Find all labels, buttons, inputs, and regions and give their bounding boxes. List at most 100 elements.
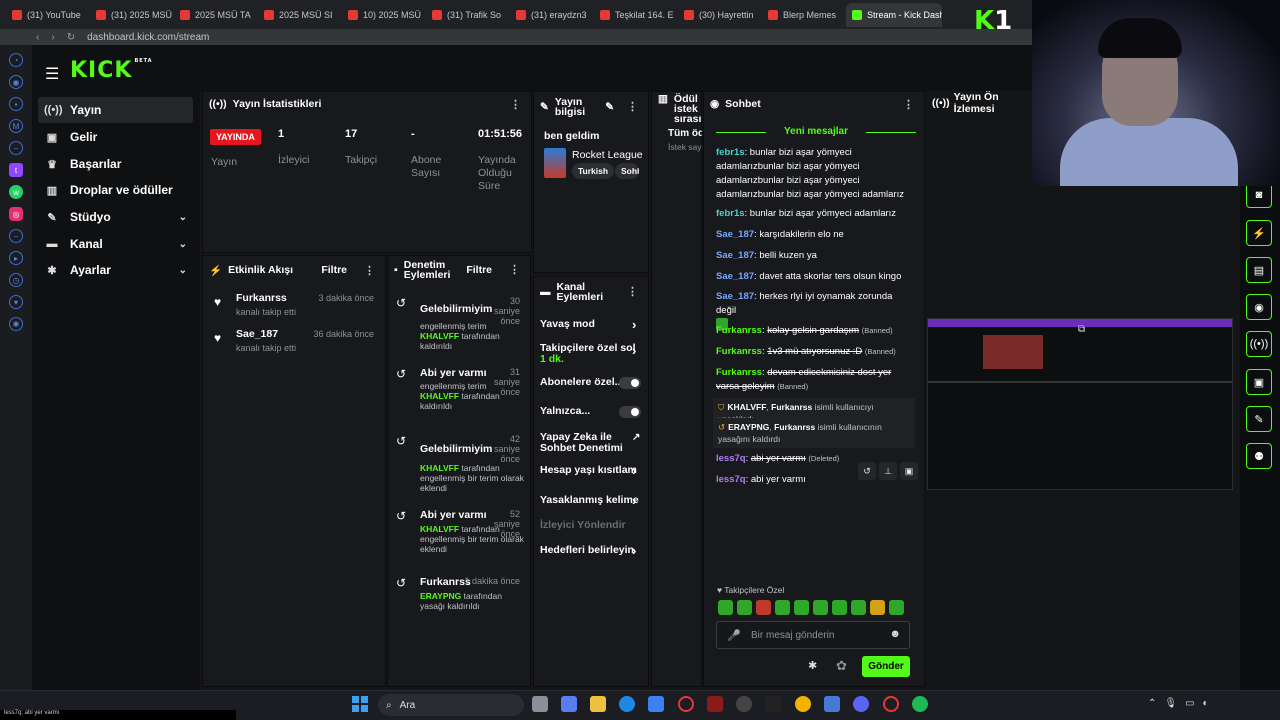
- delete-icon[interactable]: ▣: [900, 462, 918, 480]
- browser-tab[interactable]: Blerp Memes: [762, 3, 844, 27]
- more-options-icon[interactable]: ⋮: [903, 98, 914, 111]
- system-tray[interactable]: ⌃🎙▭◐: [1148, 698, 1217, 709]
- browser-tab[interactable]: (31) YouTube: [6, 3, 88, 27]
- goals-item[interactable]: Hedefleri belirleyin ›: [540, 544, 640, 557]
- history-icon[interactable]: ◷: [9, 273, 23, 287]
- emote-icon[interactable]: [832, 600, 847, 615]
- address-bar[interactable]: ‹ › ↻ dashboard.kick.com/stream: [0, 29, 1032, 45]
- chat-message[interactable]: Sae_187: davet atta skorlar ters olsun k…: [716, 270, 912, 284]
- gift-icon[interactable]: ✿: [836, 658, 847, 674]
- emote-icon[interactable]: [756, 600, 771, 615]
- more-options-icon[interactable]: ⋮: [509, 265, 520, 276]
- opera-gx-icon[interactable]: [883, 696, 899, 712]
- sidebar-item-ayarlar[interactable]: ✱ Ayarlar ⌄: [38, 257, 193, 283]
- twitch-icon[interactable]: t: [9, 163, 23, 177]
- emoji-icon[interactable]: ☻: [889, 628, 901, 640]
- more-icon[interactable]: –: [9, 141, 23, 155]
- chat-message[interactable]: Furkanrss: 1v3 mü atıyorsunuz :D (Banned…: [716, 345, 912, 359]
- emote-icon[interactable]: [889, 600, 904, 615]
- steam-icon[interactable]: [736, 696, 752, 712]
- document-icon[interactable]: ▤: [1246, 257, 1272, 283]
- ai-moderation-item[interactable]: Yapay Zeka ile Sohbet Denetimi ↗: [540, 432, 640, 454]
- app-icon[interactable]: [765, 696, 781, 712]
- microphone-icon[interactable]: 🎤: [727, 629, 741, 642]
- lightning-icon[interactable]: ⚡: [1246, 220, 1272, 246]
- edge-icon[interactable]: [619, 696, 635, 712]
- chat-icon[interactable]: ◉: [1246, 294, 1272, 320]
- browser-tab[interactable]: Teşkilat 164. E: [594, 3, 676, 27]
- url-text[interactable]: dashboard.kick.com/stream: [87, 32, 209, 43]
- windows-start-icon[interactable]: [352, 696, 368, 712]
- emote-icon[interactable]: [794, 600, 809, 615]
- emote-icon[interactable]: [813, 600, 828, 615]
- settings-icon[interactable]: ✱: [9, 317, 23, 331]
- instagram-icon[interactable]: ◎: [9, 207, 23, 221]
- browser-tab[interactable]: (30) Hayrettin: [678, 3, 760, 27]
- browser-tab[interactable]: (31) 2025 MSÜ: [90, 3, 172, 27]
- app-icon[interactable]: [824, 696, 840, 712]
- chat-message[interactable]: Sae_187: karşıdakilerin elo ne: [716, 228, 912, 242]
- file-explorer-icon[interactable]: [590, 696, 606, 712]
- opera-icon[interactable]: [678, 696, 694, 712]
- chrome-icon[interactable]: [795, 696, 811, 712]
- banned-words-item[interactable]: Yasaklanmış kelime ›: [540, 494, 640, 507]
- reload-icon[interactable]: ↻: [67, 32, 75, 43]
- layout-icon[interactable]: ▣: [1246, 369, 1272, 395]
- more-options-icon[interactable]: ⋮: [627, 287, 638, 298]
- chat-icon[interactable]: ▪: [9, 97, 23, 111]
- slow-mode-item[interactable]: Yavaş mod ›: [540, 318, 640, 331]
- add-icon[interactable]: –: [9, 229, 23, 243]
- followers-only-item[interactable]: Takipçilere özel sol 1 dk. ›: [540, 343, 640, 365]
- player-icon[interactable]: ▸: [9, 251, 23, 265]
- filter-button[interactable]: Filtre: [321, 264, 347, 276]
- menu-icon[interactable]: ☰: [45, 64, 59, 84]
- subscribers-only-toggle[interactable]: [619, 377, 641, 389]
- send-button[interactable]: Gönder: [862, 656, 910, 677]
- emote-icon[interactable]: [851, 600, 866, 615]
- popout-icon[interactable]: ⧉: [1078, 324, 1085, 335]
- sidebar-item-gelir[interactable]: ▣ Gelir: [38, 124, 193, 150]
- whatsapp-icon[interactable]: w: [9, 185, 23, 199]
- sidebar-item-basarilar[interactable]: ♛ Başarılar: [38, 151, 193, 177]
- messenger-icon[interactable]: ◉: [9, 75, 23, 89]
- edit-icon[interactable]: ✎: [605, 102, 614, 113]
- settings-icon[interactable]: ✱: [808, 659, 817, 672]
- browser-tab[interactable]: (31) eraydzn3: [510, 3, 592, 27]
- sidebar-item-droplar[interactable]: ▥ Droplar ve ödüller: [38, 177, 193, 203]
- users-icon[interactable]: ⚉: [1246, 443, 1272, 469]
- account-age-item[interactable]: Hesap yaşı kısıtlam ›: [540, 464, 640, 477]
- sidebar-item-studyo[interactable]: ✎ Stüdyo ⌄: [38, 204, 193, 230]
- browser-tab[interactable]: (31) Trafik So: [426, 3, 508, 27]
- task-view-icon[interactable]: [532, 696, 548, 712]
- browser-tab-active[interactable]: Stream - Kick Dashb: [846, 2, 942, 27]
- more-options-icon[interactable]: ⋮: [510, 98, 521, 111]
- stream-preview-video[interactable]: ⧉: [927, 318, 1233, 490]
- forward-icon[interactable]: ›: [51, 32, 54, 43]
- undo-icon[interactable]: ↺: [858, 462, 876, 480]
- sidebar-item-yayin[interactable]: ((•)) Yayın: [38, 97, 193, 123]
- downloads-icon[interactable]: ▾: [9, 295, 23, 309]
- sidebar-item-kanal[interactable]: ▬ Kanal ⌄: [38, 231, 193, 257]
- chat-message[interactable]: febr1s: bunlar bizi aşar yömyeci adamlar…: [716, 207, 912, 221]
- chat-message[interactable]: Sae_187: belli kuzen ya: [716, 249, 912, 263]
- browser-tab[interactable]: 2025 MSÜ SI: [258, 3, 340, 27]
- filter-button[interactable]: Filtre: [466, 265, 492, 276]
- wrench-icon[interactable]: ✎: [1246, 406, 1272, 432]
- emote-icon[interactable]: [775, 600, 790, 615]
- spotify-icon[interactable]: [912, 696, 928, 712]
- queue-all-tab[interactable]: Tüm öd: [668, 128, 702, 139]
- browser-tab[interactable]: 10) 2025 MSÜ: [342, 3, 424, 27]
- emote-icon[interactable]: [718, 600, 733, 615]
- app-icon[interactable]: [707, 696, 723, 712]
- pin-icon[interactable]: ⊥: [879, 462, 897, 480]
- chat-input[interactable]: 🎤 Bir mesaj gönderin ☻: [716, 621, 910, 649]
- copilot-icon[interactable]: [561, 696, 577, 712]
- emote-icon[interactable]: [737, 600, 752, 615]
- browser-tab[interactable]: 2025 MSÜ TA: [174, 3, 256, 27]
- taskbar-search[interactable]: ⌕ Ara: [378, 694, 524, 716]
- chat-message[interactable]: Furkanrss: devam edicekmisiniz dost yer …: [716, 366, 912, 394]
- emote-only-toggle[interactable]: [619, 406, 641, 418]
- emote-icon[interactable]: [870, 600, 885, 615]
- more-options-icon[interactable]: ⋮: [627, 102, 638, 113]
- kick-logo[interactable]: KICK BETA: [70, 58, 153, 83]
